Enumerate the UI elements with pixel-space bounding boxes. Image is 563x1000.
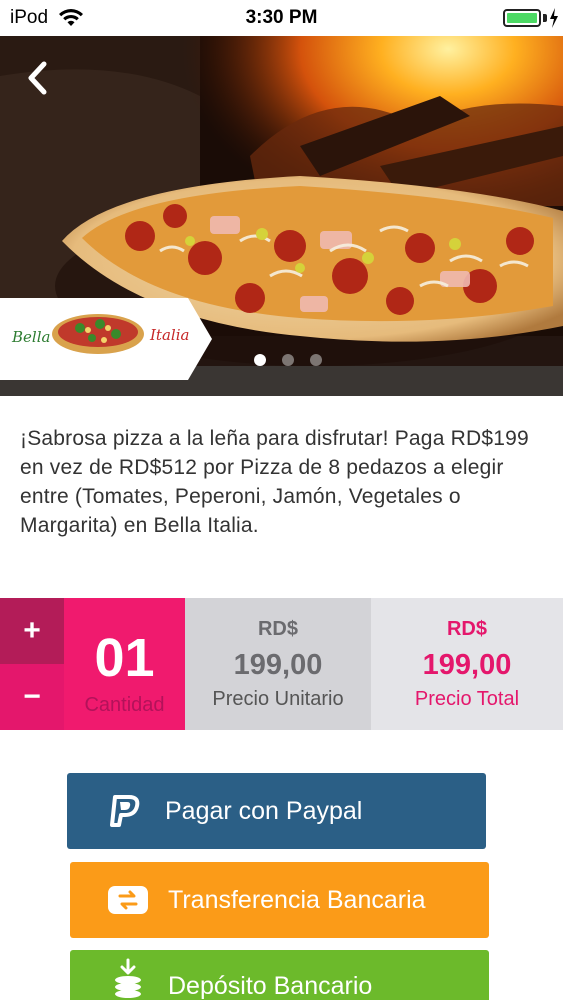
battery-icon (503, 9, 541, 27)
quantity-price-bar: + − 01 Cantidad RD$ 199,00 Precio Unitar… (0, 598, 563, 730)
total-price-currency: RD$ (446, 618, 487, 640)
deal-description: ¡Sabrosa pizza a la leña para disfrutar!… (20, 427, 529, 537)
total-price-panel: RD$ 199,00 Precio Total (371, 598, 563, 730)
quantity-label: Cantidad (84, 694, 165, 716)
paypal-button-label: Pagar con Paypal (165, 796, 363, 825)
bella-italia-logo: Bella Italia (0, 298, 212, 380)
quantity-value: 01 (94, 628, 155, 688)
charging-bolt-icon (550, 8, 558, 28)
status-time: 3:30 PM (245, 7, 318, 28)
battery-tip (543, 14, 547, 22)
bank-transfer-icon (106, 880, 150, 920)
pay-with-paypal-button[interactable]: Pagar con Paypal (67, 773, 486, 849)
quantity-display: 01 Cantidad (64, 598, 185, 730)
bank-transfer-button[interactable]: Transferencia Bancaria (70, 862, 489, 938)
svg-text:Bella: Bella (11, 328, 50, 346)
decrease-quantity-button[interactable]: − (0, 664, 64, 730)
unit-price-label: Precio Unitario (212, 688, 344, 710)
coins-deposit-icon (106, 958, 150, 998)
unit-price-panel: RD$ 199,00 Precio Unitario (185, 598, 371, 730)
unit-price-amount: 199,00 (233, 649, 323, 681)
carousel-dot-2[interactable] (281, 354, 294, 366)
bank-deposit-button[interactable]: Depósito Bancario (70, 950, 489, 1000)
hero-carousel[interactable]: Bella Italia (0, 36, 563, 396)
increase-quantity-button[interactable]: + (0, 598, 64, 664)
status-bar: iPod 3:30 PM (0, 0, 563, 36)
carousel-dot-3[interactable] (309, 354, 322, 366)
bank-transfer-button-label: Transferencia Bancaria (168, 885, 426, 914)
back-chevron-icon[interactable] (22, 58, 54, 98)
paypal-icon (103, 791, 147, 831)
svg-text:Italia: Italia (149, 326, 189, 344)
carousel-dot-1[interactable] (253, 354, 266, 366)
bank-deposit-button-label: Depósito Bancario (168, 972, 373, 1000)
unit-price-currency: RD$ (257, 618, 298, 640)
carousel-dots (0, 354, 563, 366)
total-price-label: Precio Total (414, 688, 520, 710)
total-price-amount: 199,00 (422, 649, 512, 681)
